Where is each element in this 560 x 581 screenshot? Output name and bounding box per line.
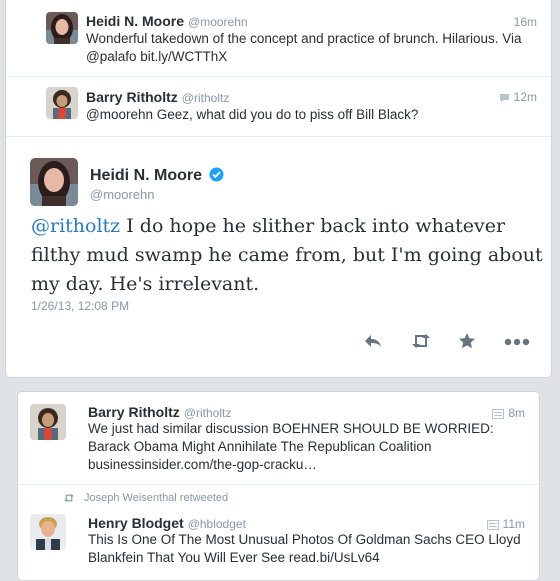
focused-tweet-header: Heidi N. Moore — [90, 167, 551, 185]
tweet-text-line: We just had similar discussion BOEHNER S… — [88, 421, 494, 436]
tweet-timestamp[interactable]: 1/26/13, 12:08 PM — [31, 297, 129, 315]
avatar-barry-ritholtz[interactable] — [30, 404, 66, 440]
retweet-icon — [64, 494, 74, 502]
reply-icon[interactable] — [363, 332, 383, 350]
tweet-time[interactable]: 8m — [492, 406, 525, 420]
timeline-card: Barry Ritholtz @ritholtz 8m We just had s… — [17, 391, 540, 581]
tweet-time[interactable]: 11m — [486, 517, 525, 531]
author-name[interactable]: Barry Ritholtz — [88, 404, 180, 420]
divider — [6, 136, 551, 137]
tweet-time-label: 8m — [508, 406, 525, 420]
more-icon[interactable] — [504, 338, 530, 346]
verified-badge-icon — [209, 167, 224, 182]
author-handle[interactable]: @ritholtz — [184, 406, 232, 420]
tweet-header: Barry Ritholtz @ritholtz — [86, 89, 551, 107]
tweet-text-line[interactable]: @palafo bit.ly/WCTThX — [86, 48, 227, 66]
card-icon — [486, 519, 499, 530]
author-name[interactable]: Heidi N. Moore — [90, 167, 202, 184]
focused-tweet-text: @ritholtz I do hope he slither back into… — [31, 212, 551, 299]
focused-tweet-handle-row: @moorehn — [90, 186, 551, 204]
author-handle[interactable]: @hblodget — [188, 517, 246, 531]
author-handle[interactable]: @ritholtz — [182, 91, 230, 105]
tweet-time[interactable]: 12m — [499, 90, 537, 104]
mention-link[interactable]: @ritholtz — [31, 215, 120, 237]
retweet-context-label[interactable]: Joseph Weisenthal retweeted — [84, 492, 228, 504]
divider — [6, 76, 551, 77]
tweet-time-label: 11m — [502, 517, 525, 531]
favorite-icon[interactable] — [458, 332, 476, 350]
tweet-text-line: This Is One Of The Most Unusual Photos O… — [88, 532, 521, 547]
tweet-text-line: Wonderful takedown of the concept and pr… — [86, 31, 522, 46]
card-icon — [492, 408, 505, 419]
avatar-barry-ritholtz[interactable] — [46, 87, 78, 119]
tweet-time-label: 12m — [513, 90, 537, 104]
divider — [18, 484, 539, 485]
author-handle[interactable]: @moorehn — [90, 187, 155, 202]
avatar-heidi-moore[interactable] — [46, 12, 78, 44]
tweet-header: Heidi N. Moore @moorehn — [86, 13, 551, 31]
avatar-henry-blodget[interactable] — [30, 514, 66, 550]
author-name[interactable]: Barry Ritholtz — [86, 89, 178, 105]
author-name[interactable]: Henry Blodget — [88, 515, 184, 531]
author-name[interactable]: Heidi N. Moore — [86, 13, 184, 29]
tweet-link[interactable]: businessinsider.com/the-gop-cracku… — [88, 456, 317, 474]
tweet-text-line: Barack Obama Might Annihilate The Republ… — [88, 439, 432, 454]
tweet-text-line: Blankfein That You Will Ever See read.bi… — [88, 550, 380, 565]
conversation-icon — [499, 93, 509, 102]
tweet-text: @moorehn Geez, what did you do to piss o… — [86, 107, 419, 122]
tweet-time[interactable]: 16m — [514, 15, 537, 29]
retweet-icon[interactable] — [410, 332, 432, 350]
author-handle[interactable]: @moorehn — [188, 15, 248, 29]
retweet-context: Joseph Weisenthal retweeted — [62, 492, 539, 504]
avatar-heidi-moore-large[interactable] — [30, 158, 78, 206]
conversation-card: Heidi N. Moore @moorehn 16m Wonderful tak… — [5, 0, 552, 378]
